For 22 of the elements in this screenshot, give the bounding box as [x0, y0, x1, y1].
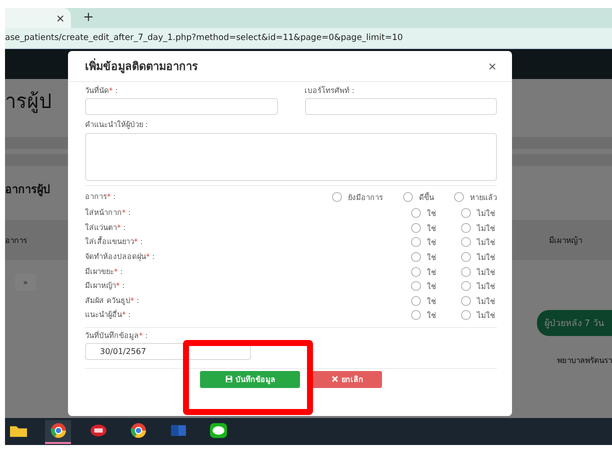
- browser-tab[interactable]: ×: [5, 8, 71, 28]
- input-field[interactable]: [304, 98, 497, 115]
- input-field[interactable]: [85, 98, 278, 115]
- column-header: อาการ: [5, 234, 27, 246]
- chat-icon[interactable]: [210, 422, 226, 439]
- close-button[interactable]: ×: [488, 60, 497, 72]
- browser-icon[interactable]: [130, 422, 146, 439]
- section-title: อาการผู้ป: [5, 182, 50, 198]
- close-icon: [330, 375, 338, 384]
- column-header: มีเผาหญ้า: [549, 234, 582, 246]
- address-bar[interactable]: ase_patients/create_edit_after_7_day_1.php?method=select&id=11&page=0&page_limit=10: [5, 28, 612, 49]
- pagination-button[interactable]: »: [15, 274, 36, 291]
- close-tab-button[interactable]: ×: [56, 12, 65, 24]
- footer-text: พยาบาลพรัตนรา: [557, 355, 612, 367]
- document-icon[interactable]: [170, 422, 186, 439]
- save-icon: [224, 375, 232, 384]
- browser-icon[interactable]: [50, 422, 66, 439]
- modal-title: เพิ่มข้อมูลติดตามอาการ: [85, 57, 198, 75]
- page-heading: ารผู้ป: [5, 88, 52, 115]
- date-field[interactable]: 30/01/2567: [85, 342, 251, 360]
- new-tab-button[interactable]: +: [83, 10, 94, 25]
- app-icon[interactable]: [90, 422, 106, 439]
